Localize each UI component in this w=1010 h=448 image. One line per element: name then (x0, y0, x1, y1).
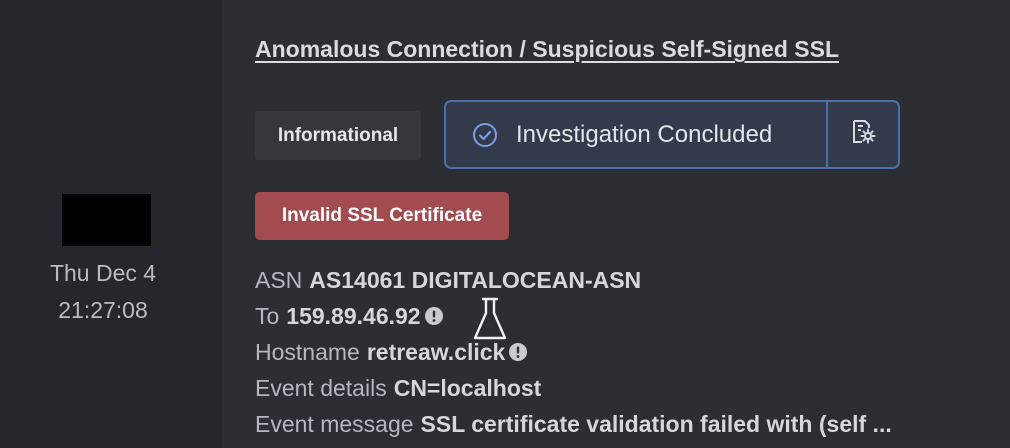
to-value[interactable]: 159.89.46.92 (286, 298, 420, 334)
invalid-ssl-tag[interactable]: Invalid SSL Certificate (255, 192, 509, 240)
alert-details-panel: Anomalous Connection / Suspicious Self-S… (222, 0, 1010, 448)
event-date: Thu Dec 4 (49, 260, 157, 286)
event-details-value: CN=localhost (393, 375, 542, 401)
detail-row-event-message: Event message SSL certificate validation… (255, 406, 995, 442)
severity-badge: Informational (255, 111, 421, 160)
event-details-label: Event details (255, 375, 387, 401)
event-time: 21:27:08 (58, 297, 148, 323)
detail-row-event-details: Event details CN=localhost (255, 370, 995, 406)
detail-row-hostname: Hostname retreaw.click (255, 334, 995, 370)
redacted-block (62, 194, 151, 246)
hostname-label: Hostname (255, 339, 360, 365)
check-circle-icon (472, 122, 498, 148)
status-button-group: Investigation Concluded (444, 100, 900, 169)
detail-row-asn: ASN AS14061 DIGITALOCEAN-ASN (255, 262, 995, 298)
status-settings-button[interactable] (828, 102, 898, 167)
detail-row-to: To 159.89.46.92 (255, 297, 995, 340)
gear-document-icon (848, 117, 878, 152)
timeline-column: Thu Dec 4 21:27:08 (0, 0, 222, 448)
to-label: To (255, 303, 280, 329)
event-message-value: SSL certificate validation failed with (… (420, 411, 892, 437)
investigation-status-button[interactable]: Investigation Concluded (446, 102, 826, 167)
alert-title-link[interactable]: Anomalous Connection / Suspicious Self-S… (255, 36, 839, 63)
info-icon[interactable] (424, 306, 444, 326)
alert-view: Thu Dec 4 21:27:08 Anomalous Connection … (0, 0, 1010, 448)
hostname-value[interactable]: retreaw.click (367, 334, 506, 370)
asn-value: AS14061 DIGITALOCEAN-ASN (309, 267, 642, 293)
event-timestamp: Thu Dec 4 21:27:08 (0, 255, 206, 329)
alert-detail-list: ASN AS14061 DIGITALOCEAN-ASN To 159.89.4… (255, 262, 995, 442)
status-label: Investigation Concluded (516, 120, 773, 148)
asn-label: ASN (255, 267, 303, 293)
info-icon[interactable] (508, 342, 528, 362)
event-message-label: Event message (255, 411, 414, 437)
